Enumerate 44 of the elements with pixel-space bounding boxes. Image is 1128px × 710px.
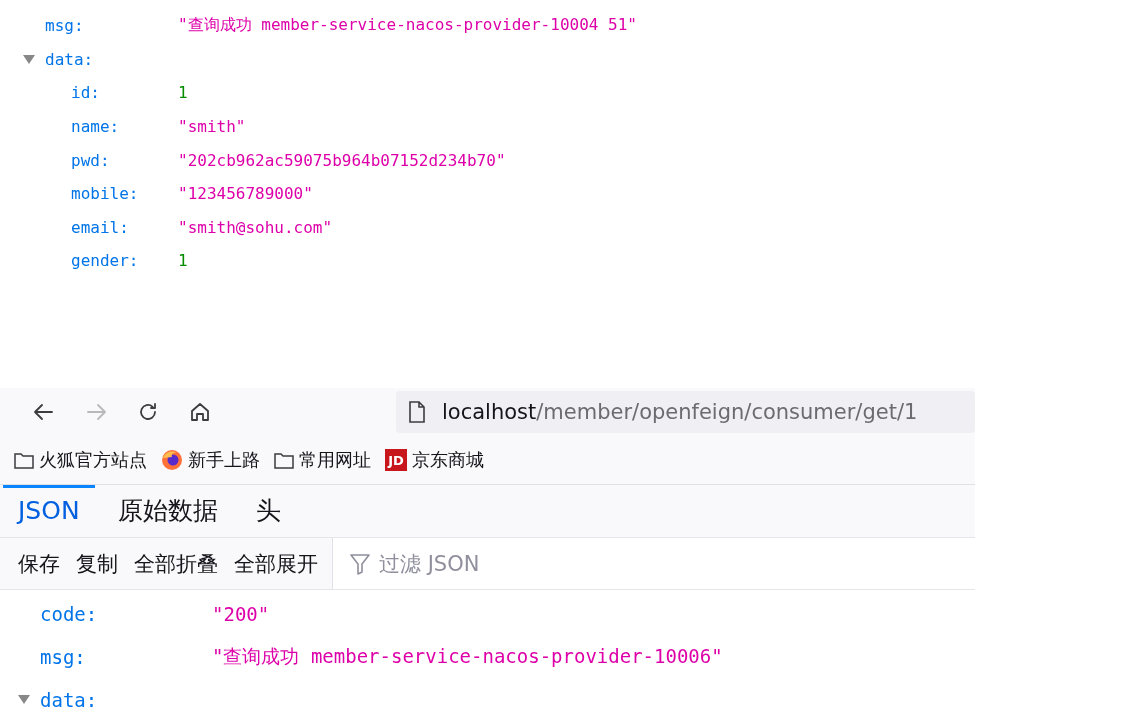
- view-tab[interactable]: 原始数据: [102, 485, 233, 537]
- json-value: "123456789000": [178, 184, 313, 204]
- json-key: email:: [71, 217, 129, 237]
- bookmark-label: 新手上路: [188, 448, 260, 472]
- json-key: pwd:: [71, 150, 110, 170]
- json-key: data:: [45, 49, 94, 69]
- bookmark-label: 常用网址: [299, 448, 371, 472]
- bookmark-link[interactable]: 常用网址: [274, 448, 371, 472]
- json-value: "smith@sohu.com": [178, 217, 333, 237]
- fox-globe-icon: [161, 449, 183, 471]
- json-key: name:: [71, 117, 120, 137]
- bookmark-link[interactable]: JD 京东商城: [385, 448, 484, 472]
- address-bar[interactable]: localhost/member/openfeign/consumer/get/1: [396, 391, 975, 433]
- json-value: 1: [178, 83, 188, 103]
- expand-toggle-icon[interactable]: [23, 54, 35, 64]
- json-key: mobile:: [71, 184, 139, 204]
- bookmark-link[interactable]: 火狐官方站点: [14, 448, 147, 472]
- bookmark-label: 京东商城: [412, 448, 484, 472]
- json-key: code:: [40, 602, 98, 625]
- toolbar-button[interactable]: 全部折叠: [126, 549, 226, 578]
- json-key: data:: [40, 688, 98, 710]
- json-value: "smith": [178, 117, 246, 137]
- expand-toggle-icon[interactable]: [18, 695, 30, 704]
- bookmark-label: 火狐官方站点: [39, 448, 147, 472]
- json-key: id:: [71, 83, 100, 103]
- folder-icon: [14, 451, 34, 469]
- filter-icon: [349, 551, 371, 576]
- json-key: gender:: [71, 251, 139, 271]
- home-icon: [188, 400, 212, 424]
- json-value: "200": [212, 602, 270, 625]
- toolbar-button[interactable]: 复制: [68, 549, 126, 578]
- json-value: "202cb962ac59075b964b07152d234b70": [178, 150, 506, 170]
- page-icon: [408, 401, 426, 423]
- json-value: "查询成功 member-service-nacos-provider-10006": [212, 643, 723, 669]
- bookmark-link[interactable]: 新手上路: [161, 448, 260, 472]
- store-logo: JD: [385, 449, 407, 471]
- json-key: msg:: [45, 16, 84, 36]
- json-value: "查询成功 member-service-nacos-provider-10004 51": [178, 15, 637, 37]
- view-tab[interactable]: 头: [240, 485, 296, 537]
- toolbar-button[interactable]: 保存: [10, 549, 68, 578]
- json-key: msg:: [40, 645, 86, 668]
- folder-icon: [274, 451, 294, 469]
- json-value: 1: [178, 251, 188, 271]
- toolbar-button[interactable]: 全部展开: [226, 549, 326, 578]
